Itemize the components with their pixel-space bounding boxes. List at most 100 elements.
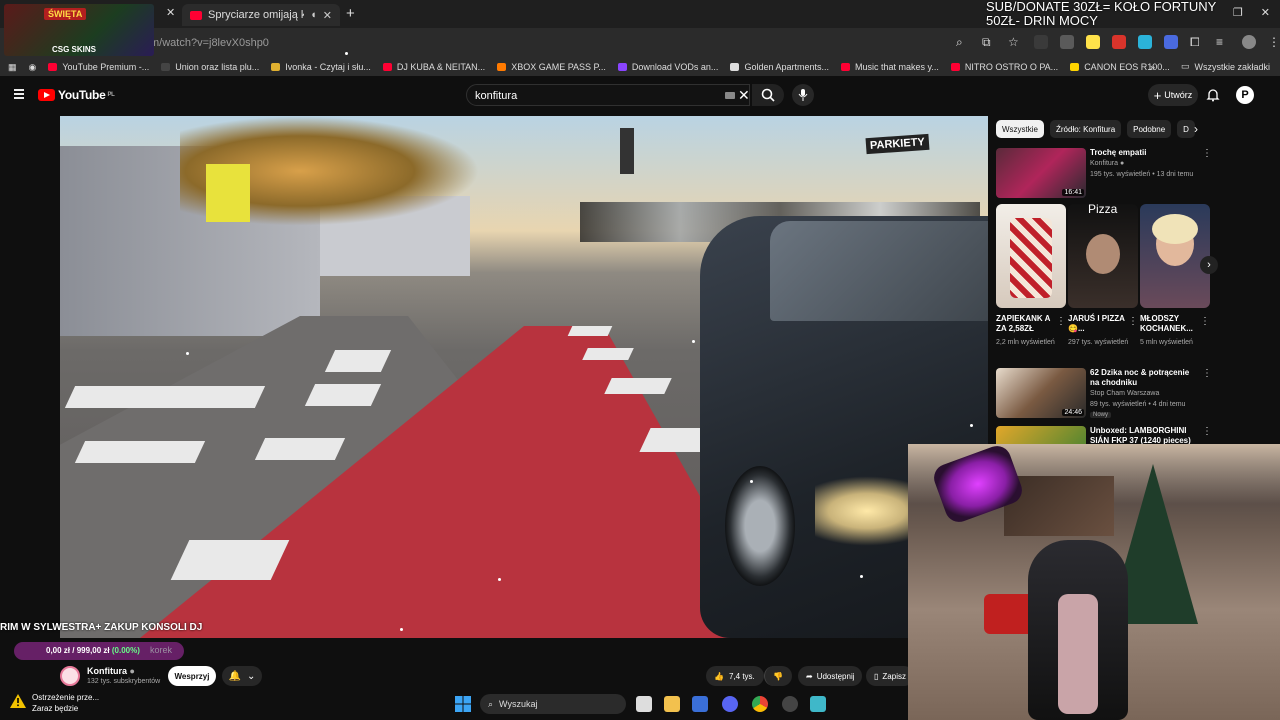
apps-icon[interactable]: ▦	[8, 62, 17, 73]
channel-name[interactable]: Konfitura ●	[87, 666, 135, 676]
app-icon[interactable]	[782, 696, 798, 712]
url-field[interactable]: m/watch?v=j8levX0shp0	[150, 37, 269, 49]
more-options-icon[interactable]: ⋮	[1202, 368, 1212, 379]
file-explorer-icon[interactable]	[664, 696, 680, 712]
youtube-favicon-icon	[190, 10, 202, 20]
all-bookmarks-link[interactable]: Wszystkie zakładki	[1194, 62, 1270, 72]
share-button[interactable]: ➦ Udostępnij	[798, 666, 862, 686]
discord-icon[interactable]	[722, 696, 738, 712]
puzzle-icon[interactable]: ⧠	[1190, 35, 1204, 49]
subscription-bell-button[interactable]: 🔔 ⌄	[222, 666, 262, 686]
like-button[interactable]: 👍 7,4 tys.	[706, 666, 764, 686]
bookmark-item[interactable]: YouTube Premium -...	[48, 62, 149, 72]
video-player[interactable]: PARKIETY	[60, 116, 988, 638]
video-title[interactable]: Unboxed: LAMBORGHINI SIÁN FKP 37 (1240 p…	[1090, 426, 1200, 444]
short-title[interactable]: MŁODSZY KOCHANEK...	[1140, 314, 1200, 334]
search-button[interactable]	[752, 84, 784, 106]
close-tab-icon[interactable]: ✕	[323, 9, 332, 22]
menu-icon[interactable]: ⋮	[1268, 35, 1280, 49]
notifications-bell-icon[interactable]	[1206, 88, 1220, 102]
dislike-button[interactable]: 👎	[764, 666, 792, 686]
bookmark-item[interactable]: DJ KUBA & NEITAN...	[382, 62, 485, 72]
close-tab-icon[interactable]: ✕	[166, 6, 175, 19]
bookmark-item[interactable]: Union oraz lista plu...	[161, 62, 259, 72]
more-options-icon[interactable]: ⋮	[1128, 316, 1138, 327]
app-icon[interactable]	[810, 696, 826, 712]
extension-icon[interactable]	[1086, 35, 1100, 49]
taskbar-search[interactable]: ⌕ Wyszukaj	[480, 694, 626, 714]
save-button[interactable]: ▯ Zapisz	[866, 666, 914, 686]
bookmark-favicon-icon	[48, 63, 58, 71]
extension-icon[interactable]	[1034, 35, 1048, 49]
bookmark-item[interactable]: Download VODs an...	[617, 62, 718, 72]
bookmark-item[interactable]: Ivonka - Czytaj i słu...	[271, 62, 371, 72]
tab-active[interactable]: Spryciarze omijają korek - Y ◖ ✕	[182, 4, 340, 26]
close-window-icon[interactable]: ✕	[1261, 6, 1270, 19]
short-item[interactable]: ZAPIEKANK A ZA 2,58ZŁ 2,2 mln wyświetleń…	[996, 204, 1066, 347]
short-thumbnail[interactable]	[996, 204, 1066, 308]
video-thumbnail[interactable]: 16:41	[996, 148, 1086, 198]
keyboard-icon[interactable]	[725, 92, 735, 99]
short-item[interactable]: MŁODSZY KOCHANEK... 5 mln wyświetleń ⋮	[1140, 204, 1210, 347]
new-tab-icon[interactable]: +	[346, 5, 355, 22]
task-view-icon[interactable]	[636, 696, 652, 712]
extension-icon[interactable]	[1060, 35, 1074, 49]
video-scene-shop-sign: PARKIETY	[865, 133, 930, 155]
shorts-next-button[interactable]: ›	[1200, 256, 1218, 274]
weather-warning[interactable]: Ostrzeżenie prze... Zaraz będzie	[10, 692, 99, 714]
bookmark-item[interactable]: Golden Apartments...	[730, 62, 829, 72]
search-input[interactable]	[475, 88, 715, 104]
filter-chip[interactable]: Podobne	[1127, 120, 1172, 138]
video-thumbnail[interactable]	[996, 426, 1086, 444]
chrome-icon[interactable]	[752, 696, 768, 712]
filter-chip[interactable]: Wszystkie	[996, 120, 1044, 138]
store-icon[interactable]	[692, 696, 708, 712]
filter-chip[interactable]: Źródło: Konfitura	[1050, 120, 1122, 138]
recommendation-item[interactable]: 24:46 62 Dzika noc & potrącenie na chodn…	[996, 368, 1212, 420]
bookmark-item[interactable]: XBOX GAME PASS P...	[497, 62, 606, 72]
short-title[interactable]: ZAPIEKANK A ZA 2,58ZŁ	[996, 314, 1056, 334]
filter-chip[interactable]: D	[1177, 120, 1195, 138]
extension-icon[interactable]	[1138, 35, 1152, 49]
short-title[interactable]: JARUŚ I PIZZA 😋...	[1068, 314, 1128, 334]
speaker-icon[interactable]: ◖	[310, 9, 317, 21]
channel-avatar[interactable]	[60, 666, 80, 686]
video-thumbnail[interactable]: 24:46	[996, 368, 1086, 418]
short-thumbnail[interactable]	[1140, 204, 1210, 308]
bookmark-item[interactable]: Music that makes y...	[840, 62, 939, 72]
more-options-icon[interactable]: ⋮	[1200, 316, 1210, 327]
restore-icon[interactable]: ❐	[1233, 6, 1243, 19]
bookmark-icon[interactable]: ◉	[29, 62, 37, 73]
more-options-icon[interactable]: ⋮	[1202, 426, 1211, 437]
install-icon[interactable]: ⧉	[982, 35, 996, 49]
more-options-icon[interactable]: ⋮	[1202, 148, 1212, 159]
video-channel[interactable]: Konfitura ●	[1090, 160, 1124, 167]
menu-hamburger-icon[interactable]	[14, 89, 24, 99]
extension-icon[interactable]	[1112, 35, 1126, 49]
windows-start-icon[interactable]	[455, 696, 471, 712]
short-item[interactable]: Pizza JARUŚ I PIZZA 😋... 297 tys. wyświe…	[1068, 204, 1138, 347]
subscriber-count: 132 tys. subskrybentów	[87, 678, 161, 685]
short-thumbnail[interactable]: Pizza	[1068, 204, 1138, 308]
media-icon[interactable]: ≡	[1216, 35, 1230, 49]
video-title[interactable]: Trochę empatii	[1090, 148, 1200, 158]
profile-icon[interactable]	[1242, 35, 1256, 49]
extension-icon[interactable]	[1164, 35, 1178, 49]
account-avatar[interactable]: P	[1236, 86, 1254, 104]
chevron-right-icon[interactable]: ›	[1194, 122, 1198, 136]
create-button[interactable]: + Utwórz	[1148, 84, 1198, 106]
verified-icon: ●	[1119, 160, 1125, 167]
zoom-icon[interactable]: ⌕	[956, 35, 970, 49]
recommendation-item[interactable]: 16:41 Trochę empatii Konfitura ● 195 tys…	[996, 148, 1212, 200]
voice-search-button[interactable]	[792, 84, 814, 106]
youtube-logo[interactable]: YouTube PL	[38, 88, 115, 102]
star-icon[interactable]: ☆	[1008, 35, 1022, 49]
more-options-icon[interactable]: ⋮	[1056, 316, 1066, 327]
clear-search-icon[interactable]: ✕	[738, 87, 750, 104]
bookmarks-more-icon[interactable]: »	[1150, 62, 1155, 72]
recommendation-item[interactable]: Unboxed: LAMBORGHINI SIÁN FKP 37 (1240 p…	[996, 426, 1211, 444]
bookmark-item[interactable]: NITRO OSTRO O PA...	[950, 62, 1058, 72]
video-title[interactable]: 62 Dzika noc & potrącenie na chodniku	[1090, 368, 1200, 388]
support-button[interactable]: Wesprzyj	[168, 666, 216, 686]
video-channel[interactable]: Stop Cham Warszawa	[1090, 390, 1159, 397]
